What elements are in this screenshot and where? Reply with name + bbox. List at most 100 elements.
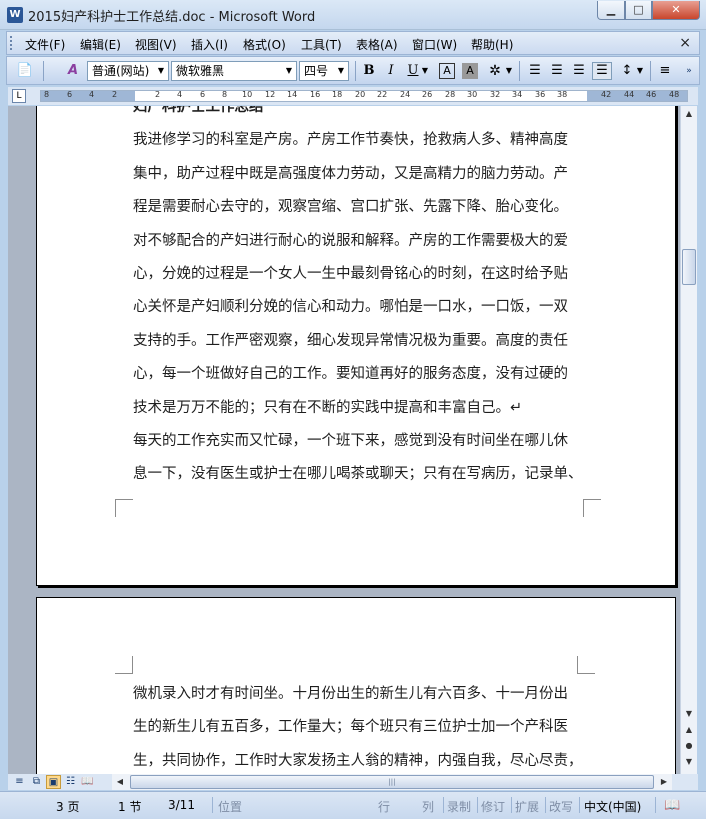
justify-icon[interactable]: ☰ bbox=[592, 62, 612, 80]
chevron-down-icon: ▼ bbox=[285, 66, 293, 75]
scroll-left-icon[interactable]: ◀ bbox=[112, 774, 128, 790]
menu-table[interactable]: 表格(A) bbox=[356, 36, 398, 53]
close-window-button[interactable]: ✕ bbox=[652, 1, 700, 20]
status-separator bbox=[443, 797, 444, 813]
ruler-tick: 46 bbox=[646, 90, 657, 99]
scroll-down-icon[interactable]: ▼ bbox=[681, 706, 697, 722]
font-size-select[interactable]: 四号 ▼ bbox=[299, 61, 349, 81]
menu-file[interactable]: 文件(F) bbox=[25, 36, 65, 53]
horizontal-scrollbar[interactable]: ◀ ||| ▶ bbox=[112, 774, 672, 790]
web-layout-view-icon[interactable]: ⧉ bbox=[29, 775, 44, 789]
close-document-button[interactable]: × bbox=[679, 35, 691, 51]
font-select[interactable]: 微软雅黑 ▼ bbox=[171, 61, 297, 81]
menu-format[interactable]: 格式(O) bbox=[243, 36, 286, 53]
toolbar-separator bbox=[519, 61, 520, 81]
document-body-text[interactable]: 微机录入时才有时间坐。十月份出生的新生儿有六百多、十一月份出 生的新生儿有五百多… bbox=[133, 678, 583, 774]
ruler-tick: 18 bbox=[332, 90, 343, 99]
char-shading-icon[interactable]: A bbox=[462, 63, 478, 79]
status-page: 3 页 bbox=[56, 800, 80, 814]
horizontal-ruler[interactable]: 8 6 4 2 2 4 6 8 10 12 14 16 18 20 22 24 … bbox=[40, 90, 688, 102]
line-spacing-icon[interactable]: ↕ bbox=[617, 61, 637, 81]
text-line: 心，每一个班做好自己的工作。要知道再好的服务态度，没有过硬的 bbox=[133, 366, 568, 383]
document-page[interactable]: 微机录入时才有时间坐。十月份出生的新生儿有六百多、十一月份出 生的新生儿有五百多… bbox=[36, 597, 676, 774]
menu-insert[interactable]: 插入(I) bbox=[191, 36, 228, 53]
menu-help[interactable]: 帮助(H) bbox=[471, 36, 513, 53]
align-left-icon[interactable]: ☰ bbox=[525, 61, 545, 81]
tab-selector[interactable]: L bbox=[12, 89, 26, 103]
char-border-icon[interactable]: A bbox=[439, 63, 455, 79]
minimize-button[interactable]: ▁ bbox=[597, 1, 625, 20]
ruler-tick: 32 bbox=[490, 90, 501, 99]
status-revise[interactable]: 修订 bbox=[481, 798, 505, 815]
select-browse-object-icon[interactable]: ● bbox=[681, 738, 697, 754]
spelling-grammar-status-icon[interactable]: 📖 bbox=[664, 798, 680, 813]
text-line: 心，分娩的过程是一个女人一生中最刻骨铭心的时刻，在这时给予贴 bbox=[133, 265, 568, 282]
text-line: 生，共同协作，工作时大家发扬主人翁的精神，内强自我，尽心尽责， bbox=[133, 752, 583, 769]
crop-mark bbox=[115, 499, 133, 517]
menu-view[interactable]: 视图(V) bbox=[135, 36, 177, 53]
menu-grip-handle[interactable] bbox=[10, 36, 13, 50]
ruler-tick: 34 bbox=[512, 90, 523, 99]
menu-edit[interactable]: 编辑(E) bbox=[80, 36, 121, 53]
horizontal-scroll-thumb[interactable]: ||| bbox=[130, 775, 654, 789]
styles-formatting-icon[interactable]: A bbox=[63, 61, 83, 81]
ruler-left-margin bbox=[41, 91, 135, 101]
numbering-icon[interactable]: ≡ bbox=[655, 61, 675, 81]
status-separator bbox=[655, 797, 656, 813]
scroll-up-icon[interactable]: ▲ bbox=[681, 106, 697, 122]
reading-layout-view-icon[interactable]: 📖 bbox=[80, 775, 95, 789]
text-line: 技术是万万不能的；只有在不断的实践中提高和丰富自己。↵ bbox=[133, 399, 523, 416]
toolbar-separator bbox=[43, 61, 44, 81]
vertical-scroll-thumb[interactable] bbox=[682, 249, 696, 285]
ruler-tick: 14 bbox=[287, 90, 298, 99]
status-overwrite[interactable]: 改写 bbox=[549, 798, 573, 815]
document-page[interactable]: 妇产科护士工作总结 我进修学习的科室是产房。产房工作节奏快，抢救病人多、精神高度… bbox=[36, 106, 676, 586]
status-separator bbox=[545, 797, 546, 813]
previous-page-icon[interactable]: ▲ bbox=[681, 722, 697, 738]
status-record[interactable]: 录制 bbox=[447, 798, 471, 815]
text-line: 息一下，没有医生或护士在哪儿喝茶或聊天；只有在写病历，记录单、 bbox=[133, 466, 583, 483]
ruler-tick: 42 bbox=[601, 90, 612, 99]
status-separator bbox=[212, 797, 213, 813]
ruler-area: L 8 6 4 2 2 4 6 8 10 12 14 16 18 20 22 2… bbox=[8, 87, 698, 105]
ruler-tick: 26 bbox=[422, 90, 433, 99]
ruler-tick: 16 bbox=[310, 90, 321, 99]
status-column: 列 bbox=[422, 800, 435, 814]
text-line: 支持的手。工作严密观察，细心发现异常情况极为重要。高度的责任 bbox=[133, 332, 568, 349]
italic-button[interactable]: I bbox=[381, 61, 401, 81]
document-view[interactable]: 妇产科护士工作总结 我进修学习的科室是产房。产房工作节奏快，抢救病人多、精神高度… bbox=[8, 106, 680, 774]
vertical-scrollbar[interactable]: ▲ ▼ ▲ ● ▼ bbox=[680, 106, 697, 774]
char-scale-dropdown-icon[interactable]: ▼ bbox=[504, 61, 514, 81]
toolbar-options-icon[interactable]: » bbox=[681, 61, 697, 81]
ruler-tick: 6 bbox=[67, 90, 73, 99]
status-bar: 3 页 1 节 3/11 位置 行 列 录制 修订 扩展 改写 中文(中国) 📖 bbox=[0, 791, 706, 819]
maximize-button[interactable]: □ bbox=[625, 1, 652, 20]
menu-window[interactable]: 窗口(W) bbox=[412, 36, 457, 53]
next-page-icon[interactable]: ▼ bbox=[681, 754, 697, 770]
align-right-icon[interactable]: ☰ bbox=[569, 61, 589, 81]
ruler-tick: 38 bbox=[557, 90, 568, 99]
bold-button[interactable]: B bbox=[359, 61, 379, 81]
font-size-value: 四号 bbox=[304, 64, 329, 78]
underline-dropdown-icon[interactable]: ▼ bbox=[420, 61, 430, 81]
style-select[interactable]: 普通(网站) ▼ bbox=[87, 61, 169, 81]
word-app-icon[interactable]: W bbox=[7, 7, 23, 23]
align-center-icon[interactable]: ☰ bbox=[547, 61, 567, 81]
status-language[interactable]: 中文(中国) bbox=[584, 798, 641, 815]
text-line: 集中，助产过程中既是高强度体力劳动，又是高精力的脑力劳动。产 bbox=[133, 165, 568, 182]
normal-view-icon[interactable]: ≡ bbox=[12, 775, 27, 789]
char-scale-icon[interactable]: ✲ bbox=[485, 61, 505, 81]
new-document-icon[interactable]: 📄 bbox=[15, 61, 35, 81]
text-line: 微机录入时才有时间坐。十月份出生的新生儿有六百多、十一月份出 bbox=[133, 686, 568, 702]
document-body-text[interactable]: 妇产科护士工作总结 我进修学习的科室是产房。产房工作节奏快，抢救病人多、精神高度… bbox=[133, 106, 583, 492]
line-spacing-dropdown-icon[interactable]: ▼ bbox=[635, 61, 645, 81]
outline-view-icon[interactable]: ☷ bbox=[63, 775, 78, 789]
status-extend[interactable]: 扩展 bbox=[515, 798, 539, 815]
status-line: 行 bbox=[378, 800, 391, 814]
menu-tools[interactable]: 工具(T) bbox=[301, 36, 342, 53]
ruler-tick: 8 bbox=[44, 90, 50, 99]
title-bar: W 2015妇产科护士工作总结.doc - Microsoft Word ▁ □… bbox=[0, 0, 706, 30]
print-layout-view-icon[interactable]: ▣ bbox=[46, 775, 61, 789]
scroll-right-icon[interactable]: ▶ bbox=[656, 774, 672, 790]
chevron-down-icon: ▼ bbox=[337, 66, 345, 75]
